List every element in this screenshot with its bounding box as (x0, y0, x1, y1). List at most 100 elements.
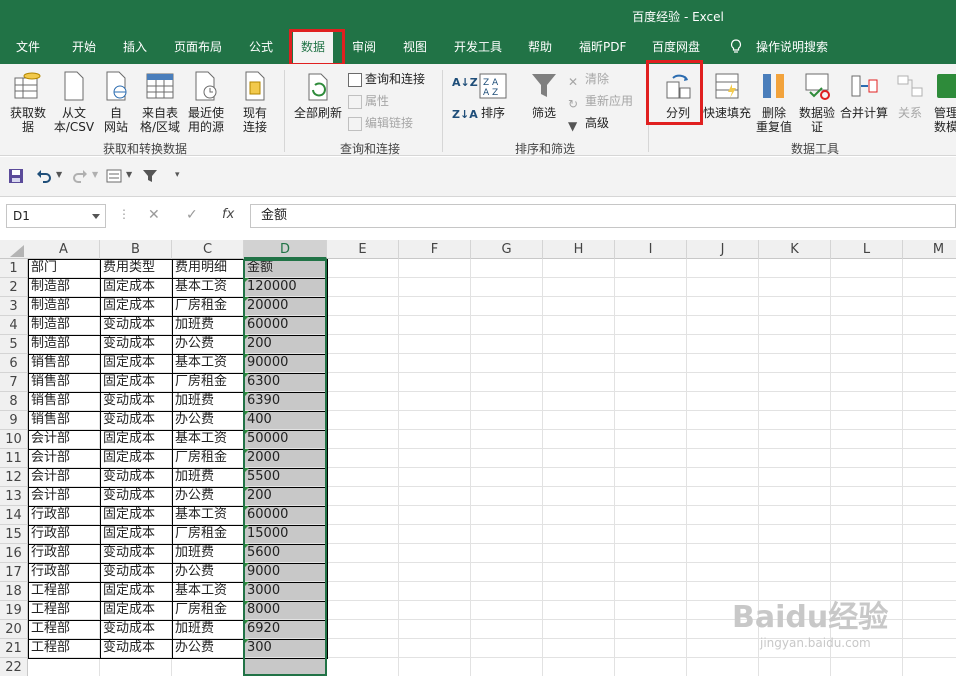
enter-icon[interactable]: ✓ (186, 207, 198, 223)
row-header[interactable]: 19 (0, 601, 28, 620)
column-header-a[interactable]: A (28, 240, 100, 259)
row-header[interactable]: 6 (0, 354, 28, 373)
formula-input[interactable]: 金额 (250, 204, 956, 228)
column-header-j[interactable]: J (687, 240, 759, 259)
customize-qat-icon[interactable]: ▾ (175, 170, 180, 180)
recent-sources-button[interactable]: 最近使 用的源 (184, 70, 228, 134)
tab-formulas[interactable]: 公式 (243, 32, 279, 64)
row-header[interactable]: 12 (0, 468, 28, 487)
insert-function-icon[interactable]: fx (222, 207, 234, 222)
row-header[interactable]: 3 (0, 297, 28, 316)
cell-border (172, 259, 245, 279)
row-header[interactable]: 18 (0, 582, 28, 601)
tab-help[interactable]: 帮助 (522, 32, 558, 64)
data-validation-button[interactable]: 数据验 证 (796, 70, 838, 134)
row-header[interactable]: 5 (0, 335, 28, 354)
row-header[interactable]: 22 (0, 658, 28, 676)
row-header[interactable]: 21 (0, 639, 28, 658)
undo-icon[interactable] (36, 168, 52, 184)
tab-foxit-pdf[interactable]: 福昕PDF (573, 32, 632, 64)
refresh-all-button[interactable]: 全部刷新 (290, 70, 346, 120)
relationships-button[interactable]: 关系 (892, 70, 928, 120)
sort-descending-button[interactable]: Z↓A (452, 106, 478, 124)
cell-border (172, 487, 245, 507)
column-header-h[interactable]: H (543, 240, 615, 259)
funnel-icon (532, 74, 556, 97)
sort-ascending-button[interactable]: A↓Z (452, 74, 478, 92)
cell-border (100, 278, 173, 298)
column-header-c[interactable]: C (172, 240, 244, 259)
manage-data-model-button[interactable]: 管理 数模 (928, 70, 956, 134)
cancel-icon[interactable]: ✕ (148, 207, 160, 223)
column-header-k[interactable]: K (759, 240, 831, 259)
cell-border (100, 544, 173, 564)
tab-page-layout[interactable]: 页面布局 (168, 32, 228, 64)
properties-button[interactable]: 属性 (348, 92, 389, 110)
tab-review[interactable]: 审阅 (346, 32, 382, 64)
redo-icon[interactable] (72, 168, 88, 184)
row-header[interactable]: 11 (0, 449, 28, 468)
cell-border (100, 430, 173, 450)
advanced-filter-button[interactable]: ▼ 高级 (568, 114, 609, 133)
column-header-g[interactable]: G (471, 240, 543, 259)
cell-border (28, 468, 101, 488)
more-options-icon[interactable]: ⋮ (118, 207, 130, 221)
tab-view[interactable]: 视图 (397, 32, 433, 64)
edit-links-button[interactable]: 编辑链接 (348, 114, 413, 132)
row-header[interactable]: 2 (0, 278, 28, 297)
row-header[interactable]: 8 (0, 392, 28, 411)
column-header-e[interactable]: E (327, 240, 399, 259)
column-header-b[interactable]: B (100, 240, 172, 259)
tab-insert[interactable]: 插入 (117, 32, 153, 64)
row-header[interactable]: 4 (0, 316, 28, 335)
row-header[interactable]: 1 (0, 259, 28, 278)
form-dropdown-icon[interactable]: ▼ (126, 170, 132, 179)
row-header[interactable]: 20 (0, 620, 28, 639)
row-header[interactable]: 17 (0, 563, 28, 582)
consolidate-label: 合并计算 (839, 106, 888, 120)
clear-filter-button[interactable]: ✕ 清除 (568, 70, 609, 89)
reapply-button[interactable]: ↻ 重新应用 (568, 92, 633, 111)
cell-border (172, 316, 245, 336)
undo-dropdown-icon[interactable]: ▼ (56, 170, 62, 179)
row-header[interactable]: 10 (0, 430, 28, 449)
column-header-f[interactable]: F (399, 240, 471, 259)
ribbon-tabs: 文件 开始 插入 页面布局 公式 数据 审阅 视图 开发工具 帮助 福昕PDF … (0, 32, 956, 64)
form-icon[interactable] (106, 168, 122, 184)
redo-dropdown-icon[interactable]: ▼ (92, 170, 98, 179)
row-header[interactable]: 13 (0, 487, 28, 506)
queries-connections-button[interactable]: 查询和连接 (348, 70, 425, 88)
row-header[interactable]: 16 (0, 544, 28, 563)
save-icon[interactable] (8, 168, 24, 184)
existing-connections-button[interactable]: 现有 连接 (237, 70, 273, 134)
name-box-dropdown-icon[interactable] (92, 214, 100, 219)
from-web-button[interactable]: 自 网站 (98, 70, 134, 134)
get-data-button[interactable]: 获取数 据 (6, 70, 50, 134)
cell-border (172, 525, 245, 545)
column-header-d[interactable]: D (244, 240, 327, 259)
select-all-icon[interactable] (10, 245, 24, 257)
consolidate-button[interactable]: 合并计算 (838, 70, 890, 120)
row-header[interactable]: 7 (0, 373, 28, 392)
tab-home[interactable]: 开始 (66, 32, 102, 64)
from-table-button[interactable]: 来自表 格/区域 (137, 70, 183, 134)
cell-border (100, 392, 173, 412)
column-header-i[interactable]: I (615, 240, 687, 259)
column-header-m[interactable]: M (903, 240, 956, 259)
name-box[interactable]: D1 (6, 204, 106, 228)
sort-button[interactable]: Z A A Z 排序 (476, 70, 510, 120)
tab-file[interactable]: 文件 (10, 32, 46, 64)
column-header-l[interactable]: L (831, 240, 903, 259)
tab-developer[interactable]: 开发工具 (448, 32, 508, 64)
flash-fill-button[interactable]: 快速填充 (702, 70, 752, 120)
filter-qat-icon[interactable] (142, 168, 158, 184)
from-table-label: 来自表 格/区域 (139, 106, 181, 134)
row-header[interactable]: 14 (0, 506, 28, 525)
row-header[interactable]: 9 (0, 411, 28, 430)
filter-button[interactable]: 筛选 (526, 70, 562, 120)
row-header[interactable]: 15 (0, 525, 28, 544)
from-text-csv-button[interactable]: 从文 本/CSV (52, 70, 96, 134)
cell-border (100, 582, 173, 602)
tell-me-search[interactable]: 操作说明搜索 (750, 32, 834, 64)
remove-duplicates-button[interactable]: 删除 重复值 (752, 70, 796, 134)
